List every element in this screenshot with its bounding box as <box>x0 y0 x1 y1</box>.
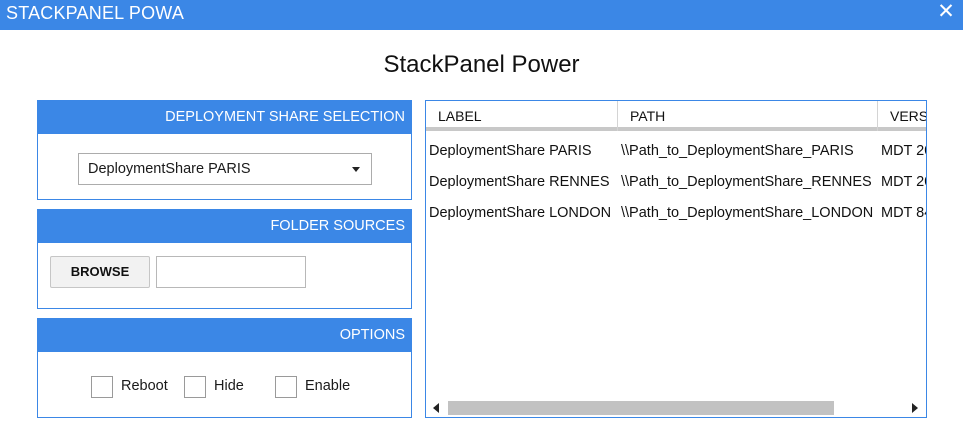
window-title: STACKPANEL POWA <box>6 3 185 23</box>
column-header-path[interactable]: PATH <box>618 101 878 131</box>
horizontal-scrollbar[interactable] <box>426 399 926 417</box>
cell-path: \\Path_to_DeploymentShare_RENNES <box>621 174 872 190</box>
options-header: OPTIONS <box>38 319 411 352</box>
dropdown-selected-value: DeploymentShare PARIS <box>88 161 251 177</box>
cell-version: MDT 20 <box>881 174 926 190</box>
checkbox-box[interactable] <box>91 376 113 398</box>
deployment-share-dropdown[interactable]: DeploymentShare PARIS <box>78 153 372 185</box>
checkbox-label: Hide <box>214 378 244 394</box>
scroll-left-icon[interactable] <box>433 403 439 413</box>
table-row[interactable]: DeploymentShare LONDON \\Path_to_Deploym… <box>426 200 926 226</box>
cell-label: DeploymentShare PARIS <box>429 143 592 159</box>
checkbox-label: Enable <box>305 378 351 394</box>
page-title: StackPanel Power <box>383 51 580 78</box>
browse-button[interactable]: BROWSE <box>50 256 150 288</box>
title-bar: STACKPANEL POWA ✕ <box>0 0 963 30</box>
deployment-share-header: DEPLOYMENT SHARE SELECTION <box>38 101 411 134</box>
reboot-checkbox[interactable]: Reboot <box>91 376 173 398</box>
column-header-label[interactable]: LABEL <box>426 101 618 131</box>
enable-checkbox[interactable]: Enable <box>275 376 355 398</box>
cell-label: DeploymentShare RENNES <box>429 174 610 190</box>
folder-path-input[interactable] <box>156 256 306 288</box>
deployment-shares-grid: LABEL PATH VERS DeploymentShare PARIS \\… <box>425 100 927 418</box>
cell-path: \\Path_to_DeploymentShare_LONDON <box>621 205 874 221</box>
scrollbar-thumb[interactable] <box>448 401 834 415</box>
scroll-right-icon[interactable] <box>912 403 918 413</box>
chevron-down-icon <box>352 167 360 172</box>
deployment-share-panel: DEPLOYMENT SHARE SELECTION DeploymentSha… <box>37 100 412 200</box>
close-icon[interactable]: ✕ <box>935 1 957 23</box>
checkbox-box[interactable] <box>184 376 206 398</box>
table-row[interactable]: DeploymentShare RENNES \\Path_to_Deploym… <box>426 169 926 195</box>
column-header-version[interactable]: VERS <box>878 101 926 131</box>
cell-path: \\Path_to_DeploymentShare_PARIS <box>621 143 854 159</box>
folder-sources-header: FOLDER SOURCES <box>38 210 411 243</box>
hide-checkbox[interactable]: Hide <box>184 376 248 398</box>
grid-header: LABEL PATH VERS <box>426 101 926 131</box>
table-row[interactable]: DeploymentShare PARIS \\Path_to_Deployme… <box>426 138 926 164</box>
cell-version: MDT 84 <box>881 205 926 221</box>
options-panel: OPTIONS Reboot Hide Enable <box>37 318 412 418</box>
checkbox-box[interactable] <box>275 376 297 398</box>
cell-label: DeploymentShare LONDON <box>429 205 612 221</box>
cell-version: MDT 20 <box>881 143 926 159</box>
checkbox-label: Reboot <box>121 378 168 394</box>
folder-sources-panel: FOLDER SOURCES BROWSE <box>37 209 412 309</box>
